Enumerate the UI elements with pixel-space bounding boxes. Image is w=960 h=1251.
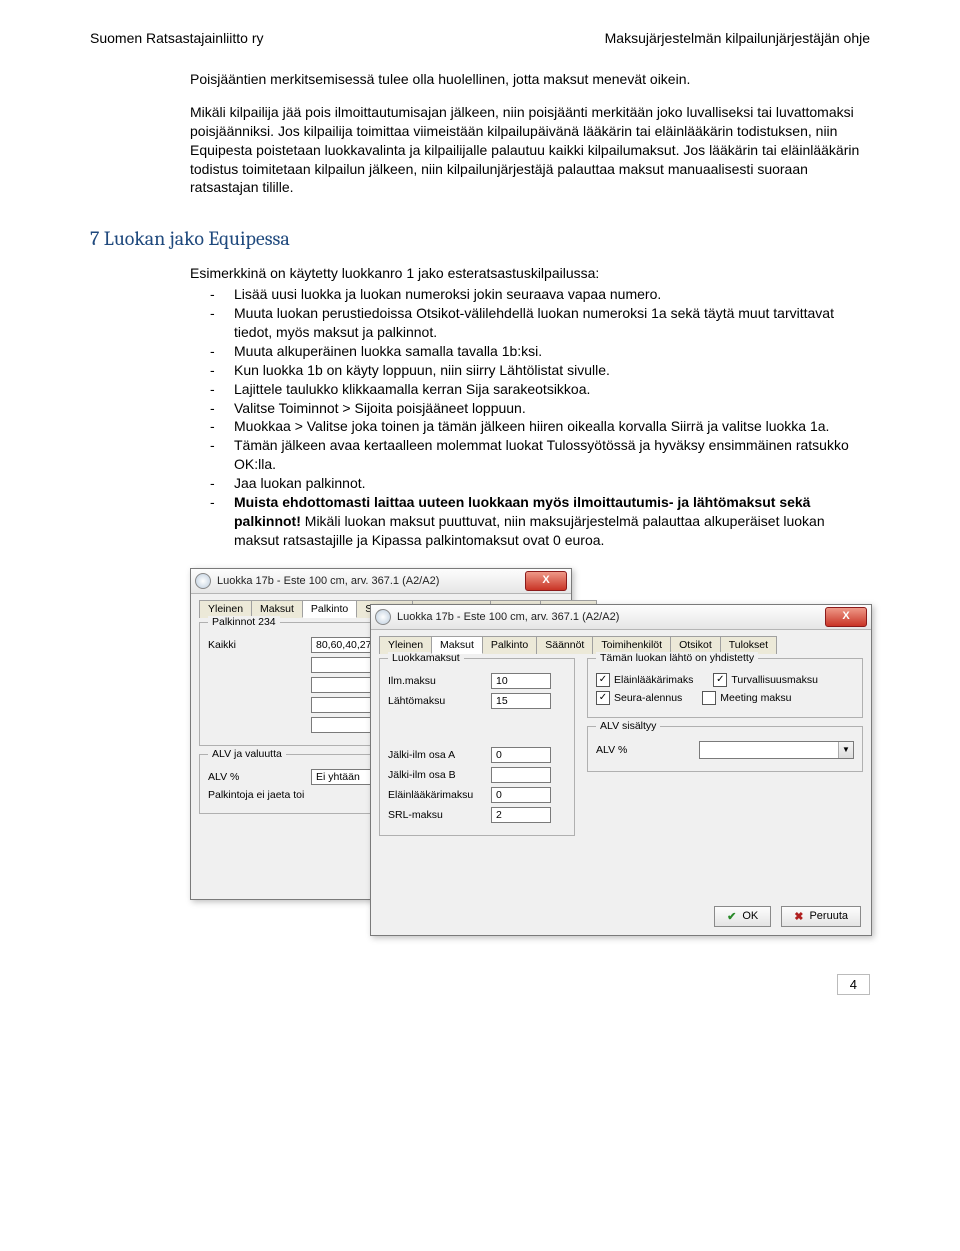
list-item: Muuta alkuperäinen luokka samalla tavall… <box>210 342 870 361</box>
checkbox-elainlaakari[interactable]: ✓Eläinlääkärimaks <box>596 673 693 687</box>
ilm-input[interactable] <box>491 673 551 689</box>
header-right: Maksujärjestelmän kilpailunjärjestäjän o… <box>605 30 870 46</box>
window-title: Luokka 17b - Este 100 cm, arv. 367.1 (A2… <box>217 575 519 587</box>
list-item: Lajittele taulukko klikkaamalla kerran S… <box>210 380 870 399</box>
list-item-tail: Mikäli luokan maksut puuttuvat, niin mak… <box>234 513 825 548</box>
section-7-list: Lisää uusi luokka ja luokan numeroksi jo… <box>210 285 870 549</box>
tab-palkinto[interactable]: Palkinto <box>302 600 357 618</box>
section-7-intro: Esimerkkinä on käytetty luokkanro 1 jako… <box>190 264 870 283</box>
checkbox-seura[interactable]: ✓Seura-alennus <box>596 691 682 705</box>
srl-input[interactable] <box>491 807 551 823</box>
dialog-maksut: Luokka 17b - Este 100 cm, arv. 367.1 (A2… <box>370 604 872 936</box>
tab-maksut[interactable]: Maksut <box>431 636 483 654</box>
list-item: Tämän jälkeen avaa kertaalleen molemmat … <box>210 436 870 474</box>
alv-label: ALV % <box>596 744 691 756</box>
elain-label: Eläinlääkärimaksu <box>388 789 483 801</box>
alv-label: ALV % <box>208 771 303 783</box>
paragraph-2: Mikäli kilpailija jää pois ilmoittautumi… <box>190 103 870 197</box>
check-icon: ✔ <box>727 910 736 923</box>
screenshot: Luokka 17b - Este 100 cm, arv. 367.1 (A2… <box>190 568 870 948</box>
jalkA-input[interactable] <box>491 747 551 763</box>
list-item: Kun luokka 1b on käyty loppuun, niin sii… <box>210 361 870 380</box>
jalkB-label: Jälki-ilm osa B <box>388 769 483 781</box>
elain-input[interactable] <box>491 787 551 803</box>
lahto-input[interactable] <box>491 693 551 709</box>
palkintoja-label: Palkintoja ei jaeta toi <box>208 789 304 801</box>
group-title: Palkinnot 234 <box>208 616 280 628</box>
checkbox-meeting[interactable]: Meeting maksu <box>702 691 791 705</box>
titlebar: Luokka 17b - Este 100 cm, arv. 367.1 (A2… <box>371 605 871 630</box>
kaikki-label: Kaikki <box>208 639 303 651</box>
alv-dropdown[interactable]: ▼ <box>699 741 854 759</box>
list-item: Valitse Toiminnot > Sijoita poisjääneet … <box>210 399 870 418</box>
chevron-down-icon: ▼ <box>838 742 853 758</box>
tab-saannot[interactable]: Säännöt <box>536 636 593 654</box>
list-item: Muuta luokan perustiedoissa Otsikot-väli… <box>210 304 870 342</box>
close-icon[interactable]: X <box>825 607 867 627</box>
list-item: Jaa luokan palkinnot. <box>210 474 870 493</box>
srl-label: SRL-maksu <box>388 809 483 821</box>
group-title: Tämän luokan lähtö on yhdistetty <box>596 652 758 664</box>
ilm-label: Ilm.maksu <box>388 675 483 687</box>
tabstrip: Yleinen Maksut Palkinto Säännöt Toimihen… <box>371 630 871 654</box>
app-icon <box>375 609 391 625</box>
titlebar: Luokka 17b - Este 100 cm, arv. 367.1 (A2… <box>191 569 571 594</box>
group-luokkamaksut: Luokkamaksut Ilm.maksu Lähtömaksu Jälki-… <box>379 658 575 836</box>
jalkB-input[interactable] <box>491 767 551 783</box>
paragraph-1: Poisjääntien merkitsemisessä tulee olla … <box>190 70 870 89</box>
document-page: Suomen Ratsastajainliitto ry Maksujärjes… <box>0 0 960 968</box>
checkbox-turvallisuus[interactable]: ✓Turvallisuusmaksu <box>713 673 818 687</box>
section-7-title: 7 Luokan jako Equipessa <box>90 227 870 250</box>
cancel-button[interactable]: ✖ Peruuta <box>781 906 861 927</box>
close-icon[interactable]: X <box>525 571 567 591</box>
tab-palkinto[interactable]: Palkinto <box>482 636 537 654</box>
page-number: 4 <box>837 974 870 995</box>
lahto-label: Lähtömaksu <box>388 695 483 707</box>
list-item: Muista ehdottomasti laittaa uuteen luokk… <box>210 493 870 550</box>
page-number-box: 4 <box>0 968 960 1007</box>
window-title: Luokka 17b - Este 100 cm, arv. 367.1 (A2… <box>397 611 819 623</box>
group-alv-sisaltyy: ALV sisältyy ALV % ▼ <box>587 726 863 772</box>
header-left: Suomen Ratsastajainliitto ry <box>90 30 264 46</box>
group-title: ALV ja valuutta <box>208 748 286 760</box>
list-item: Lisää uusi luokka ja luokan numeroksi jo… <box>210 285 870 304</box>
page-header: Suomen Ratsastajainliitto ry Maksujärjes… <box>90 30 870 46</box>
group-yhdistetty: Tämän luokan lähtö on yhdistetty ✓Eläinl… <box>587 658 863 718</box>
group-title: ALV sisältyy <box>596 720 660 732</box>
ok-button[interactable]: ✔ OK <box>714 906 771 927</box>
list-item: Muokkaa > Valitse joka toinen ja tämän j… <box>210 417 870 436</box>
app-icon <box>195 573 211 589</box>
cancel-icon: ✖ <box>794 910 803 923</box>
jalkA-label: Jälki-ilm osa A <box>388 749 483 761</box>
